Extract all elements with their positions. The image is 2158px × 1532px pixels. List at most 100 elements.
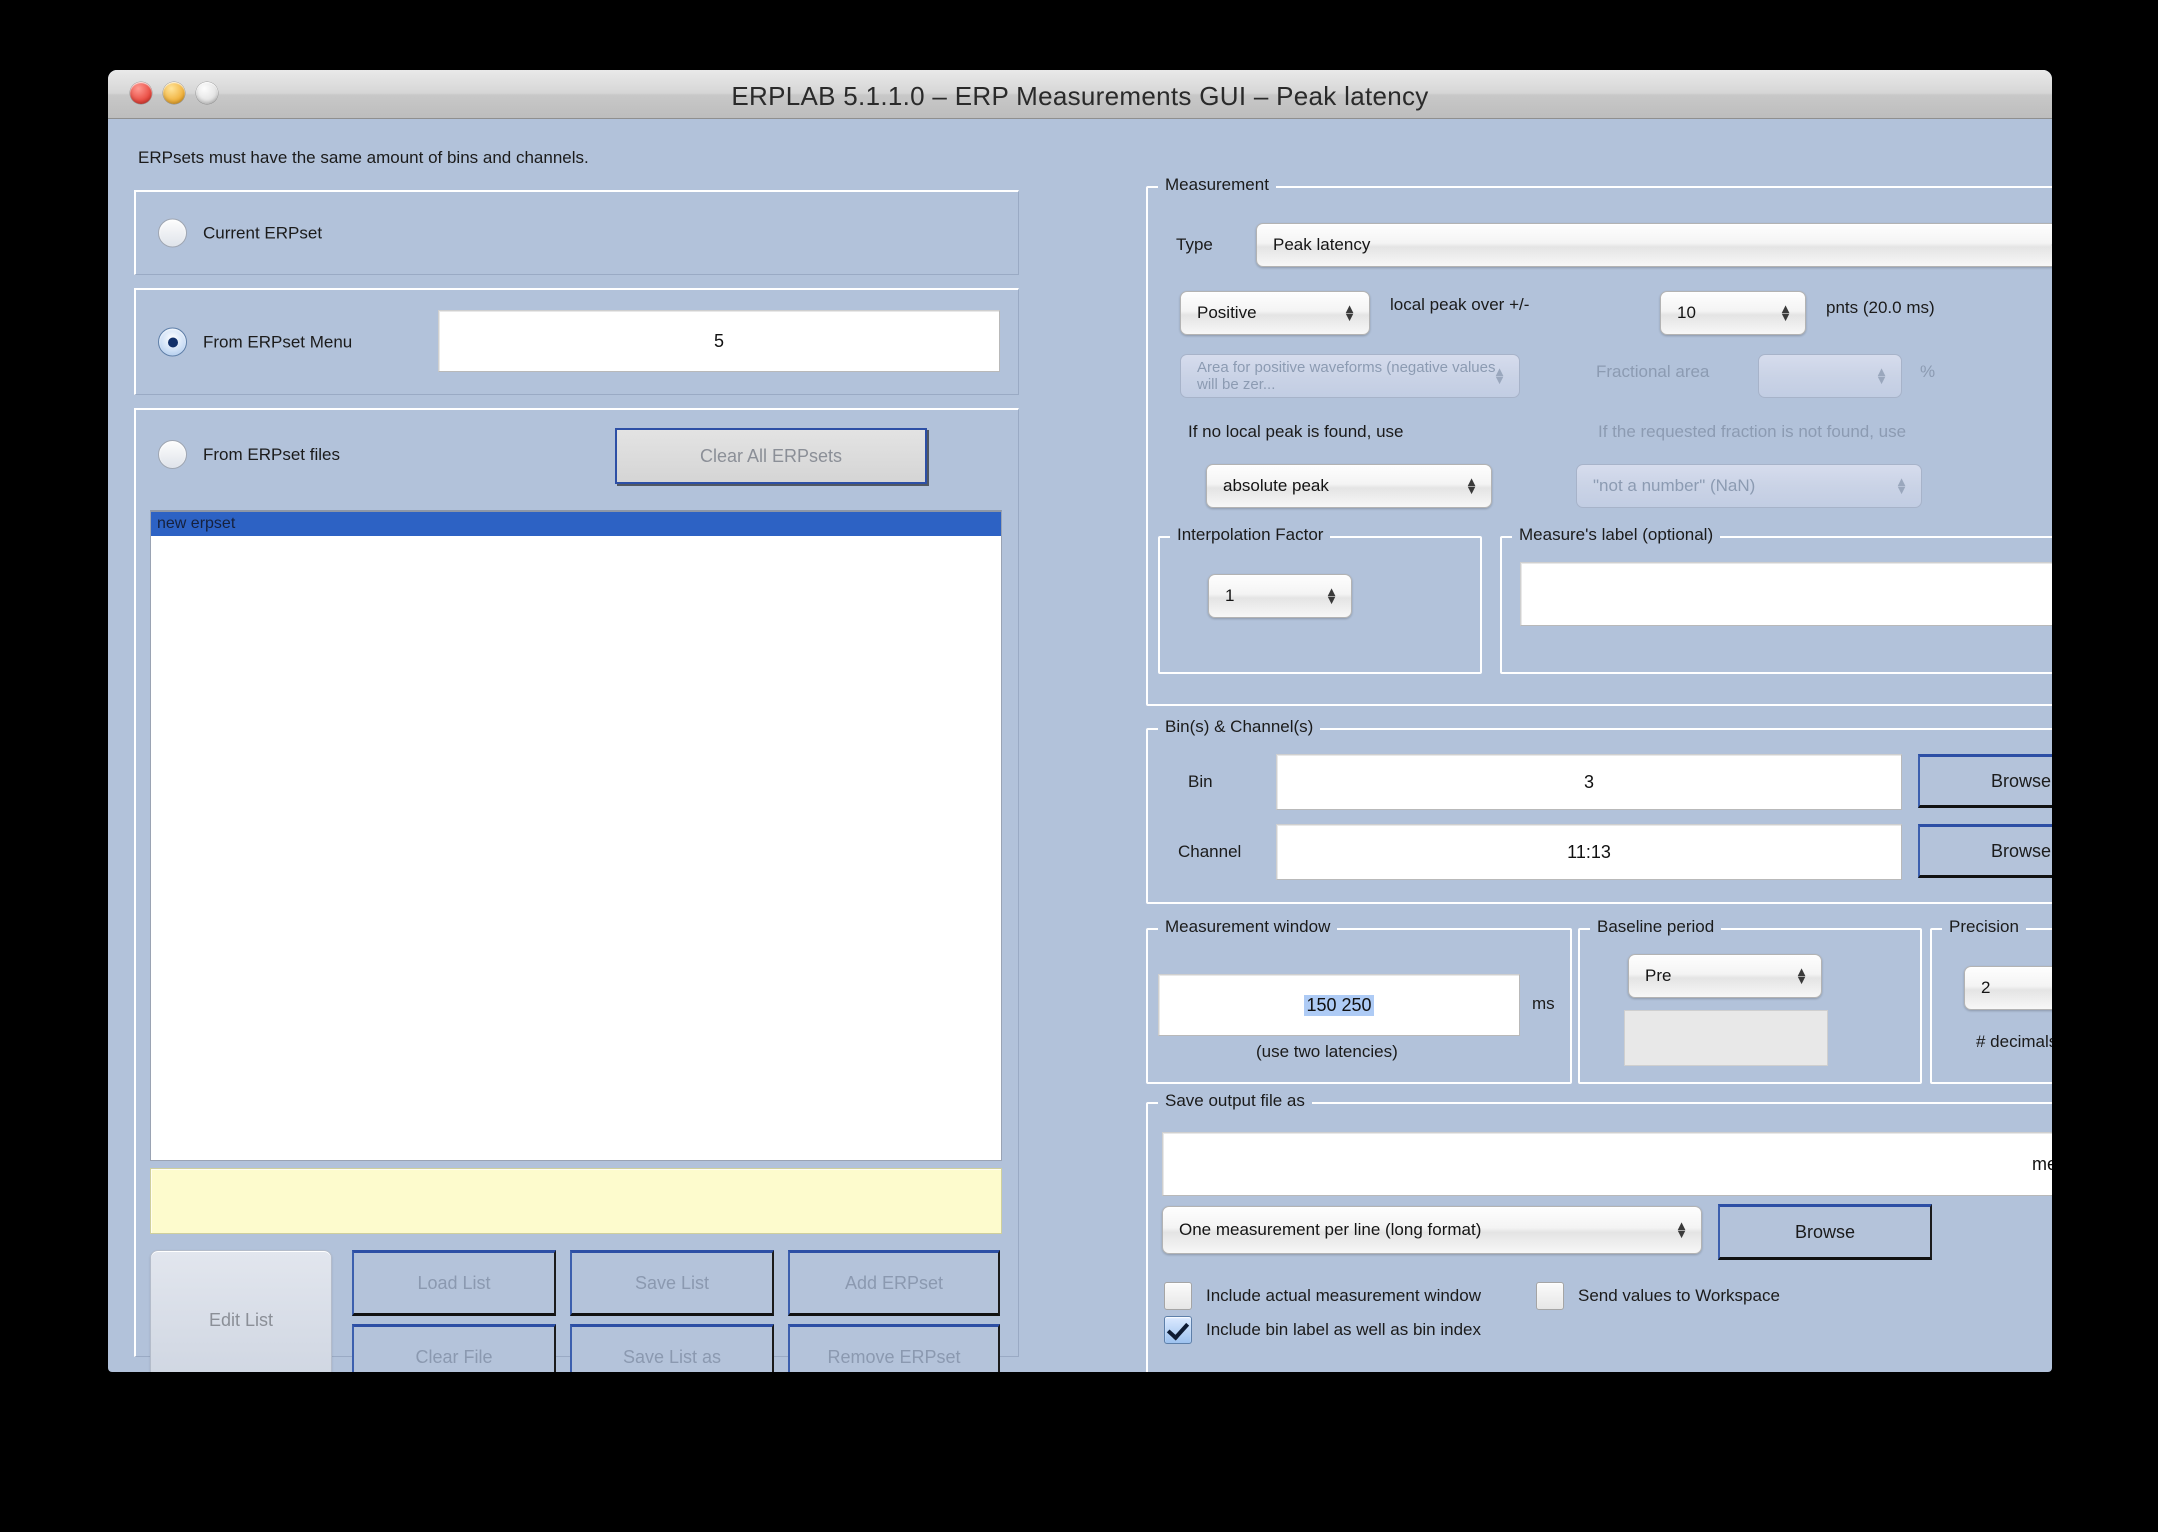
chevron-updown-icon: ▲▼: [1465, 474, 1478, 497]
send-workspace-option[interactable]: Send values to Workspace: [1536, 1282, 1780, 1310]
precision-title: Precision: [1942, 917, 2026, 937]
edit-list-button[interactable]: Edit List: [150, 1250, 332, 1372]
fractional-area-label: Fractional area: [1596, 362, 1710, 381]
pnts-value: 10: [1677, 303, 1696, 322]
bin-label: Bin: [1188, 772, 1213, 791]
from-erpset-menu-panel: From ERPset Menu 5: [134, 288, 1019, 395]
pnts-select[interactable]: 10 ▲ ▼: [1660, 291, 1806, 335]
bin-input[interactable]: 3: [1276, 754, 1902, 810]
fractional-area-input[interactable]: ▲ ▼: [1758, 354, 1902, 398]
chevron-updown-icon: ▲▼: [1779, 301, 1792, 324]
from-erpset-menu-label: From ERPset Menu: [203, 332, 353, 351]
save-output-group: Save output file as measures.txt One mea…: [1146, 1091, 2052, 1372]
erpset-panel: ERPsets must have the same amount of bin…: [120, 118, 1034, 1372]
polarity-select[interactable]: Positive ▲ ▼: [1180, 291, 1370, 335]
measurement-window-group: Measurement window 150 250 ms (use two l…: [1146, 917, 1572, 1084]
radio-from-erpset-files[interactable]: [158, 440, 187, 469]
current-erpset-option[interactable]: Current ERPset: [158, 218, 323, 248]
erpset-index-input[interactable]: 5: [438, 310, 1000, 372]
from-erpset-files-option[interactable]: From ERPset files: [158, 440, 340, 469]
radio-from-erpset-menu[interactable]: [158, 327, 187, 357]
fraction-not-found-select[interactable]: "not a number" (NaN) ▲ ▼: [1576, 464, 1922, 508]
precision-select[interactable]: 2 ▲▼: [1964, 966, 2052, 1010]
fraction-not-found-label: If the requested fraction is not found, …: [1598, 422, 1907, 441]
bin-browse-button[interactable]: Browse: [1918, 754, 2052, 808]
measure-label-title: Measure's label (optional): [1512, 525, 1721, 545]
baseline-period-group: Baseline period Pre ▲ ▼: [1578, 917, 1922, 1084]
baseline-period-select[interactable]: Pre ▲ ▼: [1628, 954, 1822, 998]
remove-erpset-button[interactable]: Remove ERPset: [788, 1324, 1000, 1372]
interpolation-factor-select[interactable]: 1 ▲ ▼: [1208, 574, 1352, 618]
chevron-updown-icon: ▲▼: [1875, 364, 1888, 387]
chevron-updown-icon: ▲▼: [1675, 1218, 1688, 1241]
area-waveform-select[interactable]: Area for positive waveforms (negative va…: [1180, 354, 1520, 398]
measure-label-input[interactable]: [1520, 562, 2052, 626]
checkbox-include-actual-window[interactable]: [1164, 1282, 1192, 1310]
polarity-value: Positive: [1197, 303, 1257, 322]
baseline-period-title: Baseline period: [1590, 917, 1722, 937]
from-erpset-files-label: From ERPset files: [203, 444, 340, 464]
measurement-window-input[interactable]: 150 250: [1158, 974, 1520, 1036]
precision-value: 2: [1981, 978, 1991, 997]
interpolation-factor-group: Interpolation Factor 1 ▲ ▼: [1158, 525, 1482, 674]
from-erpset-files-panel: From ERPset files Clear All ERPsets new …: [134, 408, 1019, 1372]
measurement-window-title: Measurement window: [1158, 917, 1338, 937]
include-actual-window-label: Include actual measurement window: [1206, 1286, 1481, 1305]
load-list-button[interactable]: Load List: [352, 1250, 556, 1316]
local-peak-label: local peak over +/-: [1390, 295, 1530, 314]
output-filename-input[interactable]: measures.txt: [1162, 1132, 2052, 1196]
include-actual-window-option[interactable]: Include actual measurement window: [1164, 1282, 1481, 1310]
current-erpset-label: Current ERPset: [203, 223, 323, 242]
measurement-window-hint: (use two latencies): [1256, 1042, 1398, 1061]
interpolation-factor-value: 1: [1225, 586, 1235, 605]
radio-current-erpset[interactable]: [158, 218, 187, 248]
interpolation-factor-title: Interpolation Factor: [1170, 525, 1331, 545]
erpset-note: ERPsets must have the same amount of bin…: [138, 148, 589, 167]
channel-browse-button[interactable]: Browse: [1918, 824, 2052, 878]
channel-input[interactable]: 11:13: [1276, 824, 1902, 880]
channel-label: Channel: [1178, 842, 1242, 861]
chevron-updown-icon: ▲▼: [2049, 234, 2052, 255]
measurement-window-unit: ms: [1532, 994, 1555, 1013]
checkbox-send-to-workspace[interactable]: [1536, 1282, 1564, 1310]
no-local-peak-select[interactable]: absolute peak ▲ ▼: [1206, 464, 1492, 508]
area-waveform-value: Area for positive waveforms (negative va…: [1197, 359, 1496, 393]
measurement-group: Measurement Type Peak latency ▲▼ Positiv…: [1146, 175, 2052, 706]
output-browse-button[interactable]: Browse: [1718, 1204, 1932, 1260]
pnts-unit-label: pnts (20.0 ms): [1826, 298, 1935, 317]
status-bar: [150, 1168, 1002, 1234]
checkbox-include-bin-label[interactable]: [1164, 1316, 1192, 1344]
send-workspace-label: Send values to Workspace: [1578, 1286, 1780, 1305]
erpset-listbox[interactable]: new erpset: [150, 510, 1002, 1161]
measurement-group-title: Measurement: [1158, 175, 1276, 195]
add-erpset-button[interactable]: Add ERPset: [788, 1250, 1000, 1316]
measurement-type-value: Peak latency: [1273, 235, 1371, 254]
clear-all-erpsets-button[interactable]: Clear All ERPsets: [615, 428, 927, 484]
bins-channels-title: Bin(s) & Channel(s): [1158, 717, 1321, 737]
chevron-updown-icon: ▲▼: [1343, 301, 1356, 324]
precision-group: Precision 2 ▲▼ # decimals: [1930, 917, 2052, 1084]
chevron-updown-icon: ▲▼: [1325, 584, 1338, 607]
measurement-type-select[interactable]: Peak latency ▲▼: [1256, 223, 2052, 267]
percent-label: %: [1920, 362, 1936, 381]
output-format-value: One measurement per line (long format): [1179, 1220, 1482, 1239]
window-title: ERPLAB 5.1.1.0 – ERP Measurements GUI – …: [731, 81, 1429, 111]
fraction-not-found-value: "not a number" (NaN): [1593, 476, 1756, 495]
clear-file-button[interactable]: Clear File: [352, 1324, 556, 1372]
application-window: ERPLAB 5.1.1.0 – ERP Measurements GUI – …: [108, 70, 2052, 1372]
save-output-title: Save output file as: [1158, 1091, 1312, 1111]
current-erpset-panel: Current ERPset: [134, 190, 1019, 275]
save-list-as-button[interactable]: Save List as: [570, 1324, 774, 1372]
type-label: Type: [1176, 235, 1213, 254]
save-list-button[interactable]: Save List: [570, 1250, 774, 1316]
chevron-updown-icon: ▲▼: [1895, 474, 1908, 497]
output-format-select[interactable]: One measurement per line (long format) ▲…: [1162, 1206, 1702, 1254]
list-item[interactable]: new erpset: [151, 512, 1001, 536]
chevron-updown-icon: ▲▼: [1493, 364, 1506, 387]
no-local-peak-value: absolute peak: [1223, 476, 1329, 495]
include-bin-label-option[interactable]: Include bin label as well as bin index: [1164, 1316, 1481, 1344]
measurement-window-value: 150 250: [1304, 994, 1374, 1016]
baseline-period-value: Pre: [1645, 966, 1672, 985]
baseline-custom-input[interactable]: [1624, 1010, 1828, 1066]
from-erpset-menu-option[interactable]: From ERPset Menu: [158, 327, 353, 357]
